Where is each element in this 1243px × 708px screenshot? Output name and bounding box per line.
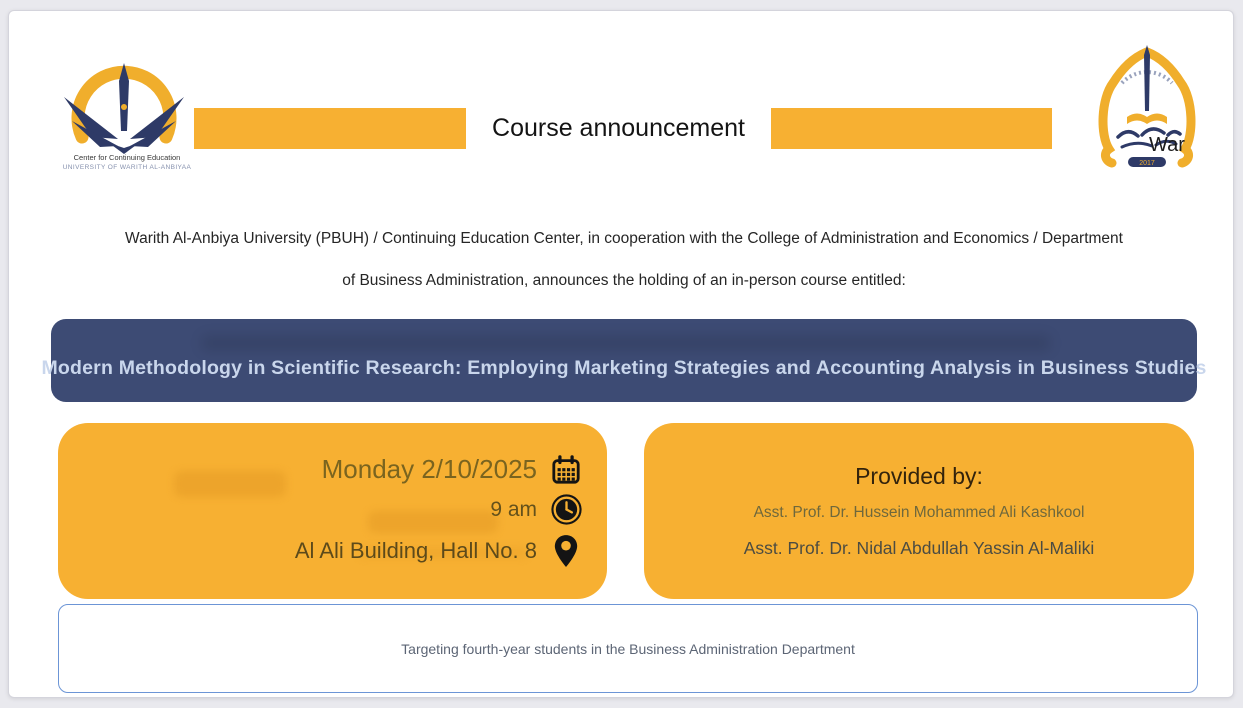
clock-icon: [549, 494, 583, 525]
provider-name: Asst. Prof. Dr. Hussein Mohammed Ali Kas…: [754, 504, 1085, 522]
date-row: Monday 2/10/2025: [322, 454, 583, 485]
page-title: Course announcement: [466, 108, 771, 149]
course-location: Al Ali Building, Hall No. 8: [295, 538, 537, 564]
time-row: 9 am: [490, 494, 583, 525]
left-university-logo: Center for Continuing Education UNIVERSI…: [54, 59, 200, 191]
intro-line-2: of Business Administration, announces th…: [49, 272, 1199, 290]
ghost-artifact: [174, 471, 286, 497]
location-pin-icon: [549, 534, 583, 568]
calendar-icon: [549, 455, 583, 485]
target-audience-box: Targeting fourth-year students in the Bu…: [58, 604, 1198, 693]
course-title-banner: Modern Methodology in Scientific Researc…: [51, 319, 1197, 402]
university-crest-icon: 2017: [1092, 41, 1202, 191]
provider-name: Asst. Prof. Dr. Nidal Abdullah Yassin Al…: [744, 538, 1094, 559]
crest-year: 2017: [1139, 160, 1155, 167]
title-accent-bar-left: [194, 108, 466, 149]
flyer-card: Center for Continuing Education UNIVERSI…: [8, 10, 1234, 698]
title-accent-bar-right: [771, 108, 1052, 149]
provided-by-heading: Provided by:: [855, 463, 983, 490]
logo-overlay-text: War: [1149, 134, 1185, 157]
course-date: Monday 2/10/2025: [322, 454, 537, 485]
intro-paragraph: Warith Al-Anbiya University (PBUH) / Con…: [49, 230, 1199, 290]
left-logo-university-name: UNIVERSITY OF WARITH AL-ANBIYAA: [54, 164, 200, 171]
left-logo-caption: Center for Continuing Education: [54, 153, 200, 162]
intro-line-1: Warith Al-Anbiya University (PBUH) / Con…: [49, 230, 1199, 248]
ghost-artifact: [368, 511, 498, 533]
schedule-box: Monday 2/10/2025 9 am: [58, 423, 607, 599]
providers-box: Provided by: Asst. Prof. Dr. Hussein Moh…: [644, 423, 1194, 599]
continuing-education-logo-icon: [54, 59, 194, 155]
right-university-logo: 2017: [1092, 41, 1202, 191]
course-time: 9 am: [490, 498, 537, 522]
target-audience-text: Targeting fourth-year students in the Bu…: [401, 641, 855, 657]
location-row: Al Ali Building, Hall No. 8: [295, 534, 583, 568]
course-title: Modern Methodology in Scientific Researc…: [41, 357, 1206, 380]
banner-ghost-text: [201, 335, 1051, 351]
